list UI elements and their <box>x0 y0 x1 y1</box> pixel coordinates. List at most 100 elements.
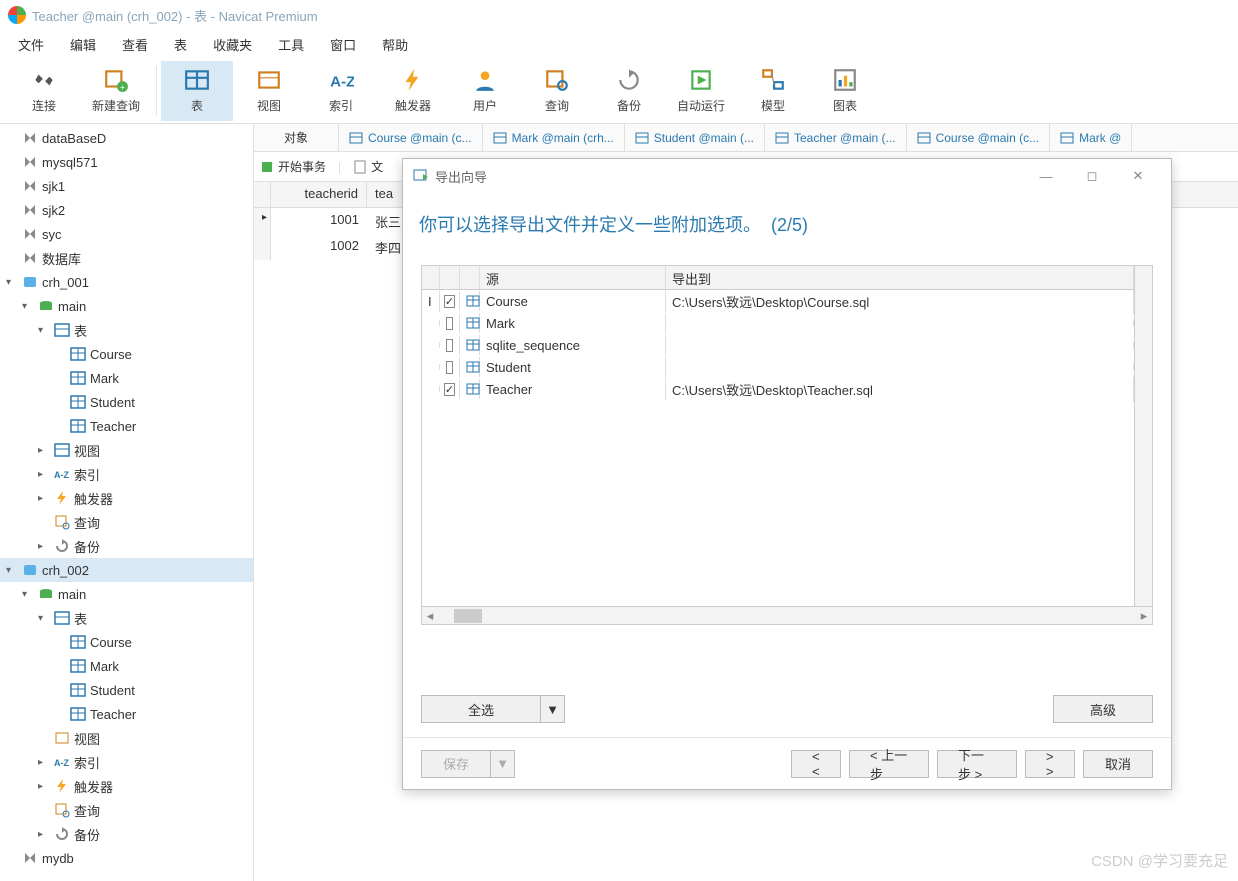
source-cell[interactable]: sqlite_sequence <box>480 335 666 356</box>
tree-item-查询[interactable]: 查询 <box>0 798 253 822</box>
source-cell[interactable]: Student <box>480 357 666 378</box>
dest-cell[interactable]: C:\Users\致远\Desktop\Course.sql <box>666 290 1134 314</box>
tool-view[interactable]: 视图 <box>233 61 305 121</box>
cell[interactable]: 1001 <box>271 208 367 234</box>
export-row[interactable]: ✓ TeacherC:\Users\致远\Desktop\Teacher.sql <box>422 378 1134 400</box>
tree-item-Student[interactable]: Student <box>0 390 253 414</box>
tree-item-crh_001[interactable]: ▾crh_001 <box>0 270 253 294</box>
tool-backup[interactable]: 备份 <box>593 61 665 121</box>
tree-item-syc[interactable]: syc <box>0 222 253 246</box>
menu-tools[interactable]: 工具 <box>266 31 316 58</box>
cell[interactable]: 1002 <box>271 234 367 260</box>
begin-transaction-button[interactable]: 开始事务 <box>260 158 326 175</box>
save-dropdown[interactable]: ▼ <box>491 750 515 778</box>
dest-cell[interactable] <box>666 320 1134 326</box>
row-checkbox[interactable] <box>440 314 460 333</box>
tab-item[interactable]: Course @main (c... <box>907 124 1051 151</box>
export-row[interactable]: sqlite_sequence <box>422 334 1134 356</box>
vertical-scrollbar[interactable] <box>1134 266 1152 606</box>
tool-user[interactable]: 用户 <box>449 61 521 121</box>
tool-model[interactable]: 模型 <box>737 61 809 121</box>
cancel-button[interactable]: 取消 <box>1083 750 1153 778</box>
tree-item-视图[interactable]: ▸视图 <box>0 438 253 462</box>
row-checkbox[interactable] <box>440 336 460 355</box>
horizontal-scrollbar[interactable]: ◂▸ <box>422 606 1152 624</box>
first-button[interactable]: < < <box>791 750 841 778</box>
tool-index[interactable]: A-Z索引 <box>305 61 377 121</box>
export-row[interactable]: Student <box>422 356 1134 378</box>
export-row[interactable]: I✓CourseC:\Users\致远\Desktop\Course.sql <box>422 290 1134 312</box>
source-cell[interactable]: Teacher <box>480 379 666 400</box>
select-all-button[interactable]: 全选 <box>421 695 541 723</box>
tool-newquery[interactable]: +新建查询 <box>80 61 152 121</box>
tool-chart[interactable]: 图表 <box>809 61 881 121</box>
sidebar-tree[interactable]: dataBaseDmysql571sjk1sjk2syc数据库▾crh_001▾… <box>0 124 254 881</box>
tree-item-表[interactable]: ▾表 <box>0 318 253 342</box>
menu-help[interactable]: 帮助 <box>370 31 420 58</box>
tab-item[interactable]: Mark @ <box>1050 124 1132 151</box>
tree-item-sjk2[interactable]: sjk2 <box>0 198 253 222</box>
tree-item-数据库[interactable]: 数据库 <box>0 246 253 270</box>
advanced-button[interactable]: 高级 <box>1053 695 1153 723</box>
tree-item-Student[interactable]: Student <box>0 678 253 702</box>
dest-cell[interactable] <box>666 364 1134 370</box>
menu-edit[interactable]: 编辑 <box>58 31 108 58</box>
tree-item-Course[interactable]: Course <box>0 342 253 366</box>
tree-item-触发器[interactable]: ▸触发器 <box>0 486 253 510</box>
tree-item-备份[interactable]: ▸备份 <box>0 822 253 846</box>
minimize-button[interactable]: — <box>1023 160 1069 192</box>
maximize-button[interactable]: ◻ <box>1069 160 1115 192</box>
tree-item-dataBaseD[interactable]: dataBaseD <box>0 126 253 150</box>
tree-item-mysql571[interactable]: mysql571 <box>0 150 253 174</box>
tree-item-main[interactable]: ▾main <box>0 294 253 318</box>
source-cell[interactable]: Course <box>480 291 666 312</box>
tree-item-main[interactable]: ▾main <box>0 582 253 606</box>
export-file-grid[interactable]: 源 导出到 I✓CourseC:\Users\致远\Desktop\Course… <box>421 265 1153 625</box>
menu-favorites[interactable]: 收藏夹 <box>201 31 264 58</box>
tree-item-crh_002[interactable]: ▾crh_002 <box>0 558 253 582</box>
tree-item-触发器[interactable]: ▸触发器 <box>0 774 253 798</box>
tool-table[interactable]: 表 <box>161 61 233 121</box>
tree-item-mydb[interactable]: mydb <box>0 846 253 870</box>
export-row[interactable]: Mark <box>422 312 1134 334</box>
tree-item-Mark[interactable]: Mark <box>0 366 253 390</box>
tree-item-查询[interactable]: 查询 <box>0 510 253 534</box>
dest-cell[interactable] <box>666 342 1134 348</box>
tree-item-备份[interactable]: ▸备份 <box>0 534 253 558</box>
tree-item-sjk1[interactable]: sjk1 <box>0 174 253 198</box>
tool-connect[interactable]: 连接 <box>8 61 80 121</box>
tab-item[interactable]: Mark @main (crh... <box>483 124 625 151</box>
tree-item-Teacher[interactable]: Teacher <box>0 702 253 726</box>
tab-item[interactable]: Course @main (c... <box>339 124 483 151</box>
source-cell[interactable]: Mark <box>480 313 666 334</box>
text-button[interactable]: 文 <box>353 158 383 175</box>
close-button[interactable]: ✕ <box>1115 160 1161 192</box>
save-button[interactable]: 保存 <box>421 750 491 778</box>
tree-item-索引[interactable]: ▸A-Z索引 <box>0 462 253 486</box>
row-checkbox[interactable]: ✓ <box>440 292 460 311</box>
tree-item-视图[interactable]: 视图 <box>0 726 253 750</box>
menu-window[interactable]: 窗口 <box>318 31 368 58</box>
tree-item-索引[interactable]: ▸A-Z索引 <box>0 750 253 774</box>
tree-item-Mark[interactable]: Mark <box>0 654 253 678</box>
menu-file[interactable]: 文件 <box>6 31 56 58</box>
col-header[interactable]: teacherid <box>271 182 367 207</box>
row-checkbox[interactable] <box>440 358 460 377</box>
menu-table[interactable]: 表 <box>162 31 199 58</box>
back-button[interactable]: < 上一步 <box>849 750 929 778</box>
row-checkbox[interactable]: ✓ <box>440 380 460 399</box>
select-all-dropdown[interactable]: ▼ <box>541 695 565 723</box>
tab-item[interactable]: Student @main (... <box>625 124 765 151</box>
last-button[interactable]: > > <box>1025 750 1075 778</box>
tab-objects[interactable]: 对象 <box>254 124 339 151</box>
tool-query[interactable]: 查询 <box>521 61 593 121</box>
tool-trigger[interactable]: 触发器 <box>377 61 449 121</box>
dest-cell[interactable]: C:\Users\致远\Desktop\Teacher.sql <box>666 377 1134 402</box>
tab-item[interactable]: Teacher @main (... <box>765 124 907 151</box>
tree-item-Course[interactable]: Course <box>0 630 253 654</box>
menu-view[interactable]: 查看 <box>110 31 160 58</box>
next-button[interactable]: 下一步 > <box>937 750 1017 778</box>
tree-item-表[interactable]: ▾表 <box>0 606 253 630</box>
tool-autorun[interactable]: 自动运行 <box>665 61 737 121</box>
tree-item-Teacher[interactable]: Teacher <box>0 414 253 438</box>
